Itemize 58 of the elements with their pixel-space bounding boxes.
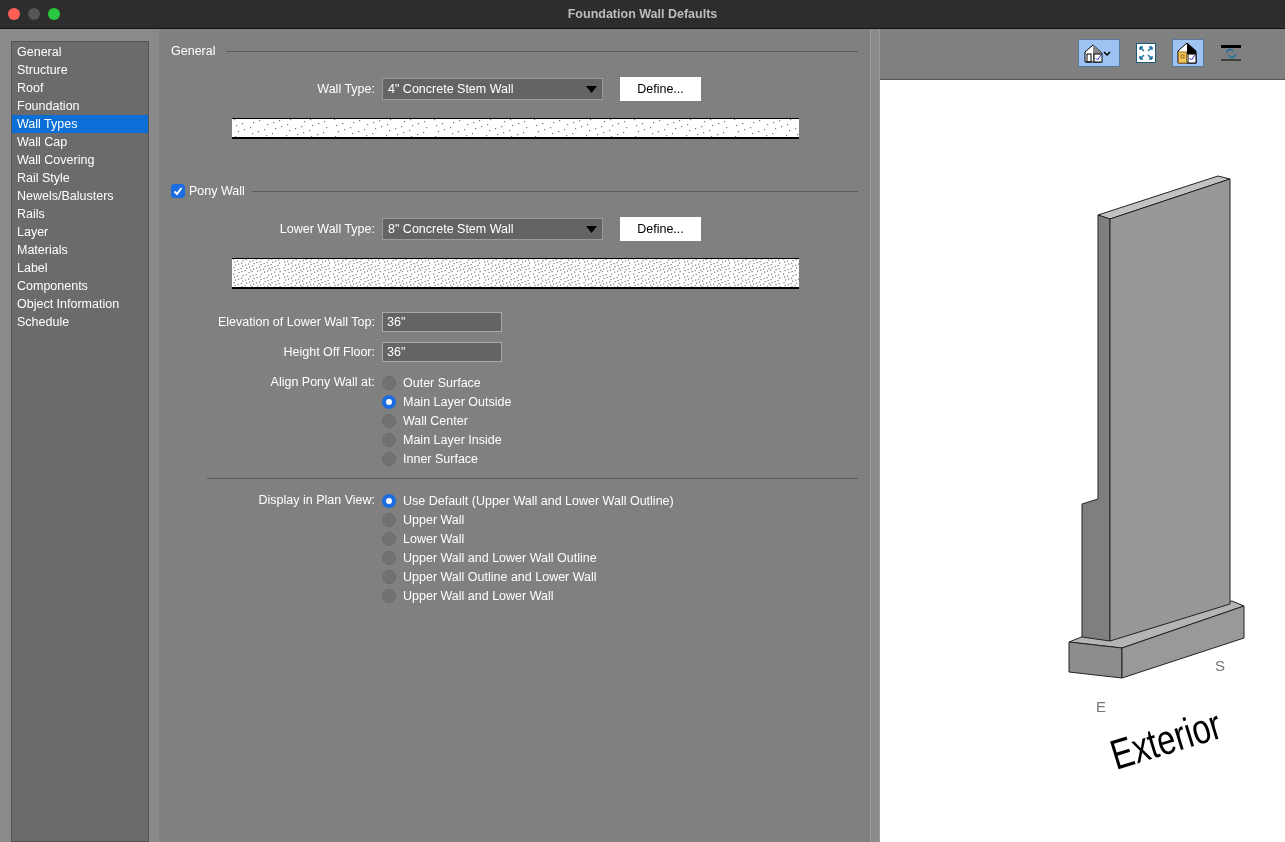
radio-label: Upper Wall Outline and Lower Wall <box>403 569 597 584</box>
caret-icon <box>586 225 597 233</box>
sidebar-item[interactable]: Wall Cap <box>12 133 148 151</box>
close-button[interactable] <box>8 8 20 20</box>
radio-label: Inner Surface <box>403 451 479 466</box>
radio-label: Upper Wall and Lower Wall Outline <box>403 550 597 565</box>
sidebar-item[interactable]: Wall Covering <box>12 151 148 169</box>
define-button[interactable]: Define... <box>620 77 701 101</box>
radio-label: Use Default (Upper Wall and Lower Wall Outline) <box>403 493 674 508</box>
compass-label: E <box>1096 698 1106 715</box>
input-field[interactable]: 36" <box>382 342 502 362</box>
pony-wall-checkbox[interactable] <box>171 184 185 198</box>
sidebar-item[interactable]: Rail Style <box>12 169 148 187</box>
minimize-button[interactable] <box>28 8 40 20</box>
sidebar-item[interactable]: Newels/Balusters <box>12 187 148 205</box>
sidebar-item[interactable]: Materials <box>12 241 148 259</box>
radio-label: Lower Wall <box>403 531 465 546</box>
wall-type-dropdown[interactable]: 4" Concrete Stem Wall <box>382 78 603 100</box>
radio-label: Upper Wall and Lower Wall <box>403 588 554 603</box>
refresh-icon <box>1220 44 1242 61</box>
sidebar-item[interactable]: Label <box>12 259 148 277</box>
sidebar-item[interactable]: Structure <box>12 61 148 79</box>
radio-label: Main Layer Outside <box>403 394 512 409</box>
lower-wall-type-dropdown[interactable]: 8" Concrete Stem Wall <box>382 218 603 240</box>
radio-label: Upper Wall <box>403 512 465 527</box>
radio-label: Outer Surface <box>403 375 481 390</box>
field-label: Elevation of Lower Wall Top: <box>216 315 376 329</box>
sidebar-item[interactable]: Schedule <box>12 313 148 331</box>
field-label: Align Pony Wall at: <box>269 374 376 391</box>
view-mode-button[interactable] <box>1172 38 1204 67</box>
sidebar-item[interactable]: Foundation <box>12 97 148 115</box>
caret-icon <box>586 85 597 93</box>
input-field[interactable]: 36" <box>382 312 502 332</box>
radio-label: Main Layer Inside <box>403 432 502 447</box>
sidebar-item[interactable]: General <box>12 43 148 61</box>
field-label: Height Off Floor: <box>282 345 376 359</box>
checkbox-label: Pony Wall <box>189 184 245 198</box>
sidebar-item[interactable]: Wall Types <box>12 115 148 133</box>
window-title: Foundation Wall Defaults <box>567 7 718 21</box>
field-label: Display in Plan View: <box>257 492 376 509</box>
sidebar-item[interactable]: Components <box>12 277 148 295</box>
define-button[interactable]: Define... <box>620 217 701 241</box>
compass-label: S <box>1215 657 1225 674</box>
view-mode-button[interactable] <box>1078 38 1120 67</box>
sidebar-item[interactable]: Layer <box>12 223 148 241</box>
radio-button[interactable] <box>382 493 396 508</box>
field-label: Lower Wall Type: <box>278 222 376 236</box>
section-heading: General <box>171 44 216 58</box>
sidebar-item[interactable]: Object Information <box>12 295 148 313</box>
radio-label: Wall Center <box>403 413 468 428</box>
field-label: Wall Type: <box>316 82 376 96</box>
radio-button[interactable] <box>382 394 396 409</box>
sidebar-item[interactable]: Rails <box>12 205 148 223</box>
zoom-button[interactable] <box>48 8 60 20</box>
house-check-icon <box>1176 41 1200 64</box>
splitter-handle[interactable] <box>870 29 880 842</box>
fit-view-icon <box>1136 42 1156 63</box>
sidebar-item[interactable]: Roof <box>12 79 148 97</box>
